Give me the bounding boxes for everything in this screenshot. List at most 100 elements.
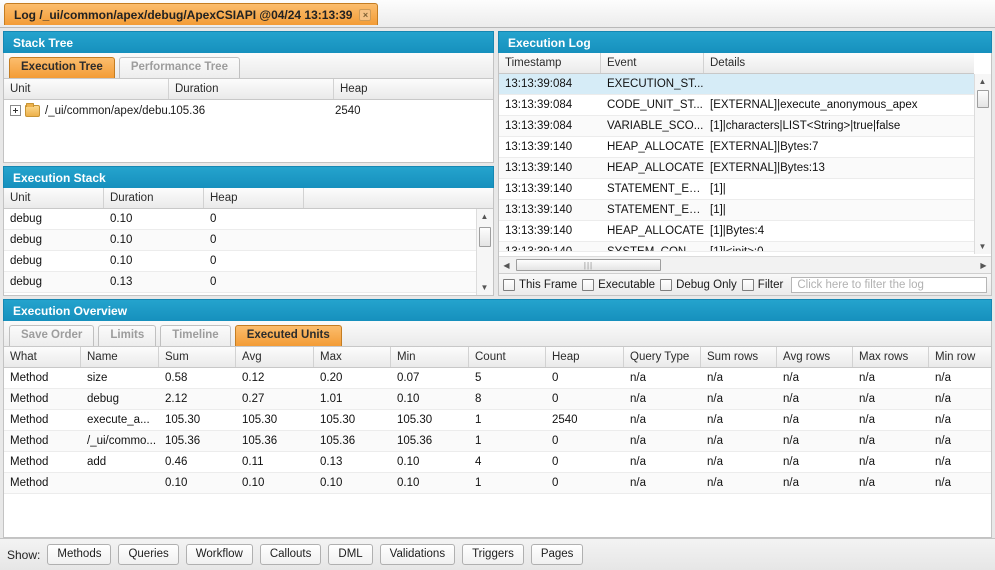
column-max[interactable]: Max [314, 347, 391, 367]
scroll-thumb[interactable]: ||| [516, 259, 661, 271]
table-row[interactable]: 13:13:39:140 HEAP_ALLOCATE [EXTERNAL]|By… [499, 158, 974, 179]
cell-event: VARIABLE_SCO... [601, 116, 704, 136]
column-unit[interactable]: Unit [4, 188, 104, 208]
close-icon[interactable]: × [359, 9, 371, 21]
column-what[interactable]: What [4, 347, 81, 367]
table-row[interactable]: 13:13:39:140 STATEMENT_EX... [1]| [499, 179, 974, 200]
execution-log-vertical-scrollbar[interactable]: ▲ ▼ [974, 74, 991, 254]
column-avg[interactable]: Avg [236, 347, 314, 367]
table-row[interactable]: debug 0.10 0 [4, 251, 493, 272]
document-tab-apex-log[interactable]: Log /_ui/common/apex/debug/ApexCSIAPI @0… [4, 3, 378, 25]
execution-log-horizontal-scrollbar[interactable]: ◀ ||| ▶ [499, 256, 991, 273]
tab-execution-tree[interactable]: Execution Tree [9, 57, 115, 78]
scroll-thumb[interactable] [479, 227, 491, 247]
tab-limits[interactable]: Limits [98, 325, 156, 346]
table-row[interactable]: debug 0.10 0 [4, 209, 493, 230]
scroll-up-icon[interactable]: ▲ [975, 74, 990, 89]
checkbox-filter[interactable]: Filter [742, 279, 784, 291]
scroll-left-icon[interactable]: ◀ [499, 258, 514, 273]
cell-heap: 2540 [546, 410, 624, 430]
show-dml-button[interactable]: DML [328, 544, 372, 565]
column-max-rows[interactable]: Max rows [853, 347, 929, 367]
scroll-right-icon[interactable]: ▶ [976, 258, 991, 273]
checkbox-icon[interactable] [660, 279, 672, 291]
table-row[interactable]: Method size 0.58 0.12 0.20 0.07 5 0 n/a … [4, 368, 991, 389]
scroll-up-icon[interactable]: ▲ [477, 209, 492, 224]
show-triggers-button[interactable]: Triggers [462, 544, 524, 565]
table-row[interactable]: Method debug 2.12 0.27 1.01 0.10 8 0 n/a… [4, 389, 991, 410]
table-row[interactable]: 13:13:39:084 EXECUTION_ST... [499, 74, 974, 95]
table-row[interactable]: Method add 0.46 0.11 0.13 0.10 4 0 n/a n… [4, 452, 991, 473]
checkbox-icon[interactable] [503, 279, 515, 291]
execution-overview-body: Save Order Limits Timeline Executed Unit… [3, 321, 992, 538]
column-query-type[interactable]: Query Type [624, 347, 701, 367]
cell-event: STATEMENT_EX... [601, 200, 704, 220]
log-filter-input[interactable]: Click here to filter the log [791, 277, 987, 293]
table-row[interactable]: debug 0.10 0 [4, 230, 493, 251]
show-callouts-button[interactable]: Callouts [260, 544, 322, 565]
tab-save-order[interactable]: Save Order [9, 325, 94, 346]
tab-performance-tree[interactable]: Performance Tree [119, 57, 240, 78]
column-sum-rows[interactable]: Sum rows [701, 347, 777, 367]
expand-icon[interactable] [10, 105, 21, 116]
document-tab-label: Log /_ui/common/apex/debug/ApexCSIAPI @0… [14, 8, 352, 22]
table-row[interactable]: debug 0.13 0 [4, 272, 493, 293]
column-heap[interactable]: Heap [334, 79, 493, 99]
tab-executed-units[interactable]: Executed Units [235, 325, 342, 346]
execution-log-grid: Timestamp Event Details 13:13:39:084 EXE… [499, 53, 974, 252]
column-duration[interactable]: Duration [104, 188, 204, 208]
cell-heap: 0 [546, 473, 624, 493]
column-details[interactable]: Details [704, 53, 974, 73]
checkbox-icon[interactable] [582, 279, 594, 291]
cell-min: 0.07 [391, 368, 469, 388]
column-unit[interactable]: Unit [4, 79, 169, 99]
column-name[interactable]: Name [81, 347, 159, 367]
tab-timeline[interactable]: Timeline [160, 325, 230, 346]
show-queries-button[interactable]: Queries [118, 544, 178, 565]
stack-tree-row[interactable]: /_ui/common/apex/debu... 105.36 2540 [4, 100, 493, 121]
table-row[interactable]: 13:13:39:140 HEAP_ALLOCATE [1]|Bytes:4 [499, 221, 974, 242]
show-workflow-button[interactable]: Workflow [186, 544, 253, 565]
column-min-row[interactable]: Min row [929, 347, 991, 367]
column-avg-rows[interactable]: Avg rows [777, 347, 853, 367]
cell-min: 105.30 [391, 410, 469, 430]
show-pages-button[interactable]: Pages [531, 544, 584, 565]
stack-tree-body: Execution Tree Performance Tree Unit Dur… [3, 53, 494, 163]
execution-log-panel: Execution Log Timestamp Event Details 13… [498, 31, 992, 296]
column-blank[interactable] [304, 188, 493, 208]
checkbox-icon[interactable] [742, 279, 754, 291]
stack-tree-title: Stack Tree [3, 31, 494, 53]
table-row[interactable]: 13:13:39:140 STATEMENT_EX... [1]| [499, 200, 974, 221]
cell-sum-rows: n/a [701, 368, 777, 388]
cell-min-row: n/a [929, 473, 991, 493]
show-validations-button[interactable]: Validations [380, 544, 455, 565]
scroll-down-icon[interactable]: ▼ [975, 239, 990, 254]
table-row[interactable]: 13:13:39:084 VARIABLE_SCO... [1]|charact… [499, 116, 974, 137]
show-methods-button[interactable]: Methods [47, 544, 111, 565]
checkbox-this-frame[interactable]: This Frame [503, 279, 577, 291]
table-row[interactable]: Method 0.10 0.10 0.10 0.10 1 0 n/a n/a n… [4, 473, 991, 494]
cell-what: Method [4, 389, 81, 409]
cell-query-type: n/a [624, 431, 701, 451]
column-min[interactable]: Min [391, 347, 469, 367]
table-row[interactable]: 13:13:39:084 CODE_UNIT_ST... [EXTERNAL]|… [499, 95, 974, 116]
execution-stack-vertical-scrollbar[interactable]: ▲ ▼ [476, 209, 493, 295]
checkbox-debug-only[interactable]: Debug Only [660, 279, 737, 291]
scroll-down-icon[interactable]: ▼ [477, 280, 492, 295]
table-row[interactable]: 13:13:39:140 SYSTEM_CONST... [1]|<init>:… [499, 242, 974, 252]
table-row[interactable]: 13:13:39:140 HEAP_ALLOCATE [EXTERNAL]|By… [499, 137, 974, 158]
table-row[interactable]: Method /_ui/commo... 105.36 105.36 105.3… [4, 431, 991, 452]
column-event[interactable]: Event [601, 53, 704, 73]
column-heap[interactable]: Heap [546, 347, 624, 367]
column-timestamp[interactable]: Timestamp [499, 53, 601, 73]
column-heap[interactable]: Heap [204, 188, 304, 208]
checkbox-executable[interactable]: Executable [582, 279, 655, 291]
cell-details: [EXTERNAL]|Bytes:13 [704, 158, 974, 178]
cell-name: size [81, 368, 159, 388]
column-sum[interactable]: Sum [159, 347, 236, 367]
table-row[interactable]: Method execute_a... 105.30 105.30 105.30… [4, 410, 991, 431]
column-duration[interactable]: Duration [169, 79, 334, 99]
cell-min: 0.10 [391, 389, 469, 409]
scroll-thumb[interactable] [977, 90, 989, 108]
column-count[interactable]: Count [469, 347, 546, 367]
